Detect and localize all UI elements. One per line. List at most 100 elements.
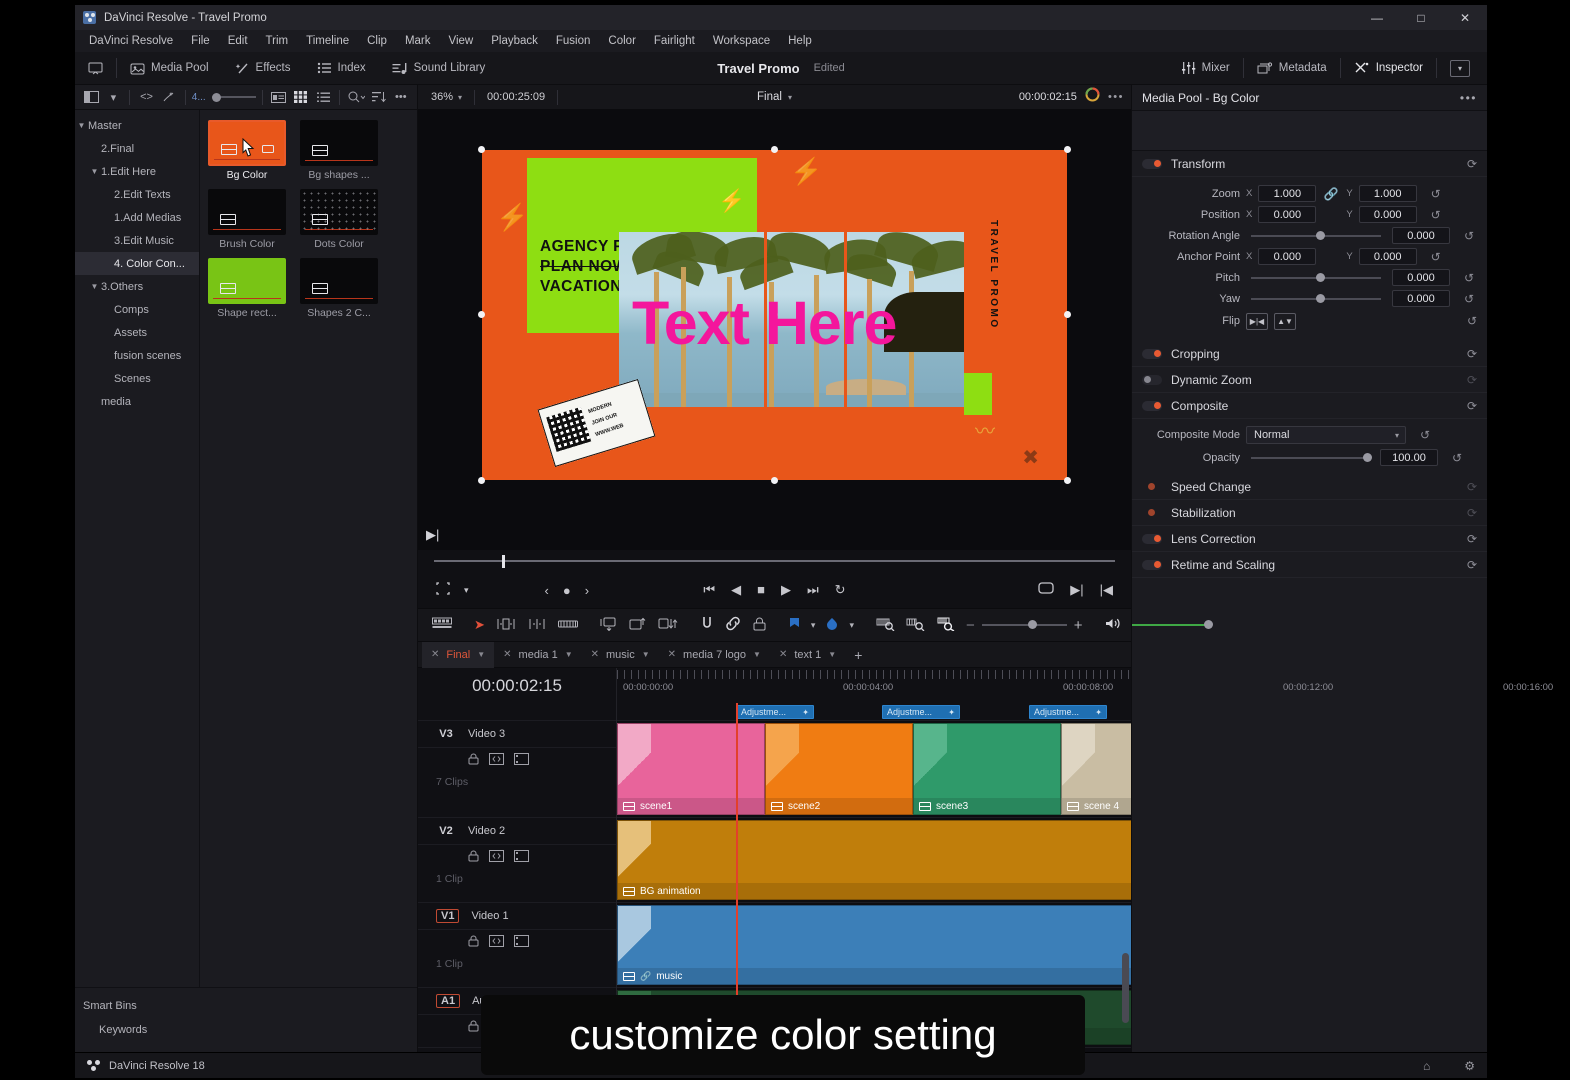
yaw-knob[interactable] [1316,294,1325,303]
position-x-input[interactable]: 0.000 [1258,206,1316,223]
zoom-x-input[interactable]: 1.000 [1258,185,1316,202]
bin-tree-item[interactable]: media [75,390,199,413]
track-lane[interactable]: scene1scene2scene3scene 4scene 5scene 6 [617,721,1131,818]
auto-select-icon[interactable] [489,850,504,865]
opacity-reset-icon[interactable]: ↺ [1450,451,1464,465]
zoom-out-icon[interactable]: − [966,617,975,634]
bin-tree-item[interactable]: ▼Master [75,114,199,137]
next-clip-icon[interactable]: ▶| [1070,582,1083,598]
transform-handle-bl[interactable] [478,477,485,484]
flip-horizontal-button[interactable]: ▶|◀ [1246,313,1268,330]
timeline-view-icon[interactable] [432,617,452,633]
close-icon[interactable]: ✕ [779,649,787,660]
dynamic-zoom-keyframe-icon[interactable]: ⟳ [1467,373,1477,387]
zoom-reset-icon[interactable]: ↺ [1429,187,1443,201]
timeline-zoom-slider[interactable]: − + [966,617,1083,634]
bin-tree-item[interactable]: 2.Final [75,137,199,160]
magic-clean-icon[interactable] [159,88,179,107]
volume-slider[interactable] [1132,624,1210,627]
cropping-keyframe-icon[interactable]: ⟳ [1467,347,1477,361]
viewer-mode-label[interactable]: Final [757,91,782,103]
preview-canvas[interactable]: ⚡ ⚡ ⚡ AGENCY PROMO PLAN NOW VACATIONS [482,150,1067,480]
linked-selection-icon[interactable] [725,616,741,634]
opacity-slider[interactable] [1251,457,1369,459]
transform-handle-ml[interactable] [478,311,485,318]
anchor-reset-icon[interactable]: ↺ [1429,250,1443,264]
transform-handle-tc[interactable] [771,146,778,153]
timeline-tab[interactable]: ✕Final▼ [422,642,494,668]
adjustment-clip[interactable]: Adjustme...✦ [736,705,814,719]
section-transform-header[interactable]: Transform ⟳ [1132,151,1487,177]
media-clip-thumbnail[interactable]: Shape rect... [208,258,286,319]
rotation-input[interactable]: 0.000 [1392,227,1450,244]
jump-to-end-icon[interactable]: ⏭ [807,582,819,598]
adjustment-clip[interactable]: Adjustme...✦ [1029,705,1107,719]
chevron-down-icon[interactable]: ▼ [75,121,88,130]
insert-clip-icon[interactable] [600,617,618,634]
timeline-tab[interactable]: ✕text 1▼ [770,642,845,668]
place-on-top-icon[interactable] [658,617,678,634]
transform-handle-br[interactable] [1064,477,1071,484]
video-track-icon[interactable] [514,753,529,768]
flip-reset-icon[interactable]: ↺ [1465,314,1479,328]
transform-toggle[interactable] [1142,159,1162,169]
sidebar-toggle-icon[interactable] [81,88,101,107]
timeline-clip[interactable]: 🔗music [617,905,1131,985]
grid-view-icon[interactable] [291,88,311,107]
timeline-vertical-scrollbar[interactable] [1122,953,1129,1023]
timeline-tab[interactable]: ✕media 1▼ [494,642,581,668]
viewer-zoom-dropdown[interactable]: 36% ▾ [425,88,468,106]
scrubber-playhead[interactable] [502,555,505,568]
menu-fusion[interactable]: Fusion [547,30,600,52]
retime-scaling-toggle[interactable] [1142,560,1162,570]
trim-edit-tool-icon[interactable] [496,617,516,634]
lens-correction-toggle[interactable] [1142,534,1162,544]
transform-handle-bc[interactable] [771,477,778,484]
track-lane[interactable]: BG animation [617,818,1131,903]
bin-tree-item[interactable]: Scenes [75,367,199,390]
prev-clip-icon[interactable]: |◀ [1100,582,1113,598]
chevron-down-icon[interactable]: ▼ [753,650,761,659]
composite-mode-select[interactable]: Normal ▾ [1246,426,1406,444]
pitch-input[interactable]: 0.000 [1392,269,1450,286]
timeline-clip[interactable]: BG animation [617,820,1131,900]
speed-change-toggle[interactable] [1142,482,1162,492]
section-stabilization-header[interactable]: Stabilization ⟳ [1132,500,1487,526]
lock-icon[interactable] [468,935,479,950]
section-dynamic-zoom-header[interactable]: Dynamic Zoom ⟳ [1132,367,1487,393]
zoom-full-extent-icon[interactable] [876,617,895,634]
chevron-down-icon[interactable]: ▼ [828,650,836,659]
zoom-y-input[interactable]: 1.000 [1359,185,1417,202]
maximize-button[interactable]: □ [1399,5,1443,30]
stabilization-keyframe-icon[interactable]: ⟳ [1467,506,1477,520]
track-id-badge[interactable]: A1 [436,994,460,1008]
menu-workspace[interactable]: Workspace [704,30,779,52]
stabilization-toggle[interactable] [1142,508,1162,518]
bin-tree-item[interactable]: 3.Edit Music [75,229,199,252]
thumbnail-size-slider[interactable] [212,93,256,102]
rotation-knob[interactable] [1316,231,1325,240]
opacity-input[interactable]: 100.00 [1380,449,1438,466]
menu-clip[interactable]: Clip [358,30,396,52]
position-y-input[interactable]: 0.000 [1359,206,1417,223]
chevron-down-icon[interactable]: ▾ [811,620,816,631]
yaw-slider[interactable] [1251,298,1381,300]
section-composite-header[interactable]: Composite ⟳ [1132,393,1487,419]
lock-icon[interactable] [468,753,479,768]
menu-playback[interactable]: Playback [482,30,547,52]
bin-tree-item[interactable]: 1.Add Medias [75,206,199,229]
snapping-icon[interactable] [700,616,714,634]
media-pool-button[interactable]: Media Pool [117,52,222,84]
chevron-down-icon[interactable]: ▼ [88,282,101,291]
home-icon[interactable]: ⌂ [1423,1059,1430,1073]
dynamic-zoom-toggle[interactable] [1142,375,1162,385]
menu-mark[interactable]: Mark [396,30,440,52]
lens-correction-keyframe-icon[interactable]: ⟳ [1467,532,1477,546]
auto-select-icon[interactable] [489,753,504,768]
anchor-x-input[interactable]: 0.000 [1258,248,1316,265]
zoom-custom-icon[interactable] [936,617,955,634]
composite-toggle[interactable] [1142,401,1162,411]
transform-handle-tr[interactable] [1064,146,1071,153]
close-button[interactable]: ✕ [1443,5,1487,30]
overwrite-clip-icon[interactable] [629,617,647,634]
